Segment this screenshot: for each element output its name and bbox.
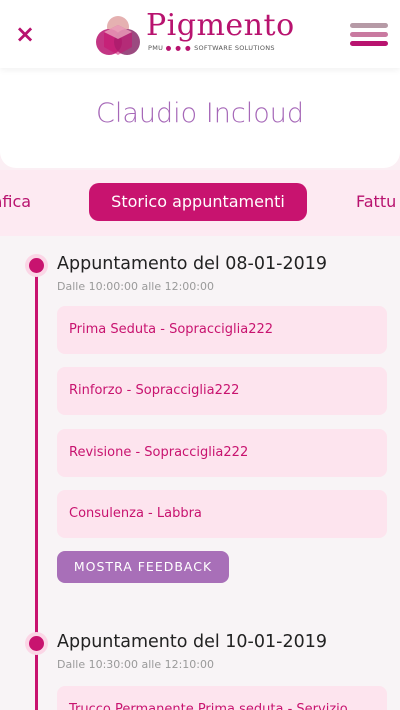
- appointments-timeline: Appuntamento del 08-01-2019 Dalle 10:00:…: [0, 236, 400, 710]
- tab-storico-appuntamenti[interactable]: Storico appuntamenti: [89, 183, 307, 221]
- appointment-title: Appuntamento del 08-01-2019: [57, 254, 327, 274]
- logo-tagline-dots: ● ● ●: [165, 44, 192, 52]
- hamburger-menu-icon[interactable]: [350, 23, 388, 47]
- tab-bar: rafica Storico appuntamenti Fattu: [0, 170, 400, 236]
- appointment-title: Appuntamento del 10-01-2019: [57, 632, 327, 652]
- service-item[interactable]: Trucco Permanente Prima seduta - Servizi…: [57, 686, 387, 710]
- service-item[interactable]: Rinforzo - Sopracciglia222: [57, 367, 387, 415]
- close-icon[interactable]: ×: [12, 20, 38, 48]
- pigmento-logo: Pigmento PMU ● ● ● SOFTWARE SOLUTIONS: [92, 8, 322, 60]
- appointment-time: Dalle 10:30:00 alle 12:10:00: [57, 658, 215, 671]
- service-item[interactable]: Consulenza - Labbra: [57, 490, 387, 538]
- tab-anagrafica[interactable]: rafica: [0, 192, 31, 211]
- client-name: Claudio Incloud: [96, 98, 304, 129]
- service-item[interactable]: Prima Seduta - Sopracciglia222: [57, 306, 387, 354]
- client-profile-card: Claudio Incloud: [0, 68, 400, 168]
- logo-wordmark: Pigmento: [146, 8, 295, 43]
- tab-fatture[interactable]: Fattu: [356, 192, 396, 211]
- logo-cube-icon: [96, 16, 140, 55]
- logo-tagline: PMU ● ● ● SOFTWARE SOLUTIONS: [148, 44, 275, 52]
- service-item[interactable]: Revisione - Sopracciglia222: [57, 429, 387, 477]
- logo-tagline-pmu: PMU: [148, 44, 164, 52]
- timeline-dot: [29, 636, 44, 651]
- menu-line-3: [350, 41, 388, 46]
- app-header: × Pigmento PMU ● ● ● SOFTWARE SOLUTIONS: [0, 0, 400, 68]
- timeline-dot: [29, 258, 44, 273]
- logo-tagline-text: SOFTWARE SOLUTIONS: [194, 44, 275, 52]
- menu-line-1: [350, 23, 388, 28]
- appointment-time: Dalle 10:00:00 alle 12:00:00: [57, 280, 215, 293]
- menu-line-2: [350, 32, 388, 37]
- show-feedback-button[interactable]: MOSTRA FEEDBACK: [57, 551, 229, 583]
